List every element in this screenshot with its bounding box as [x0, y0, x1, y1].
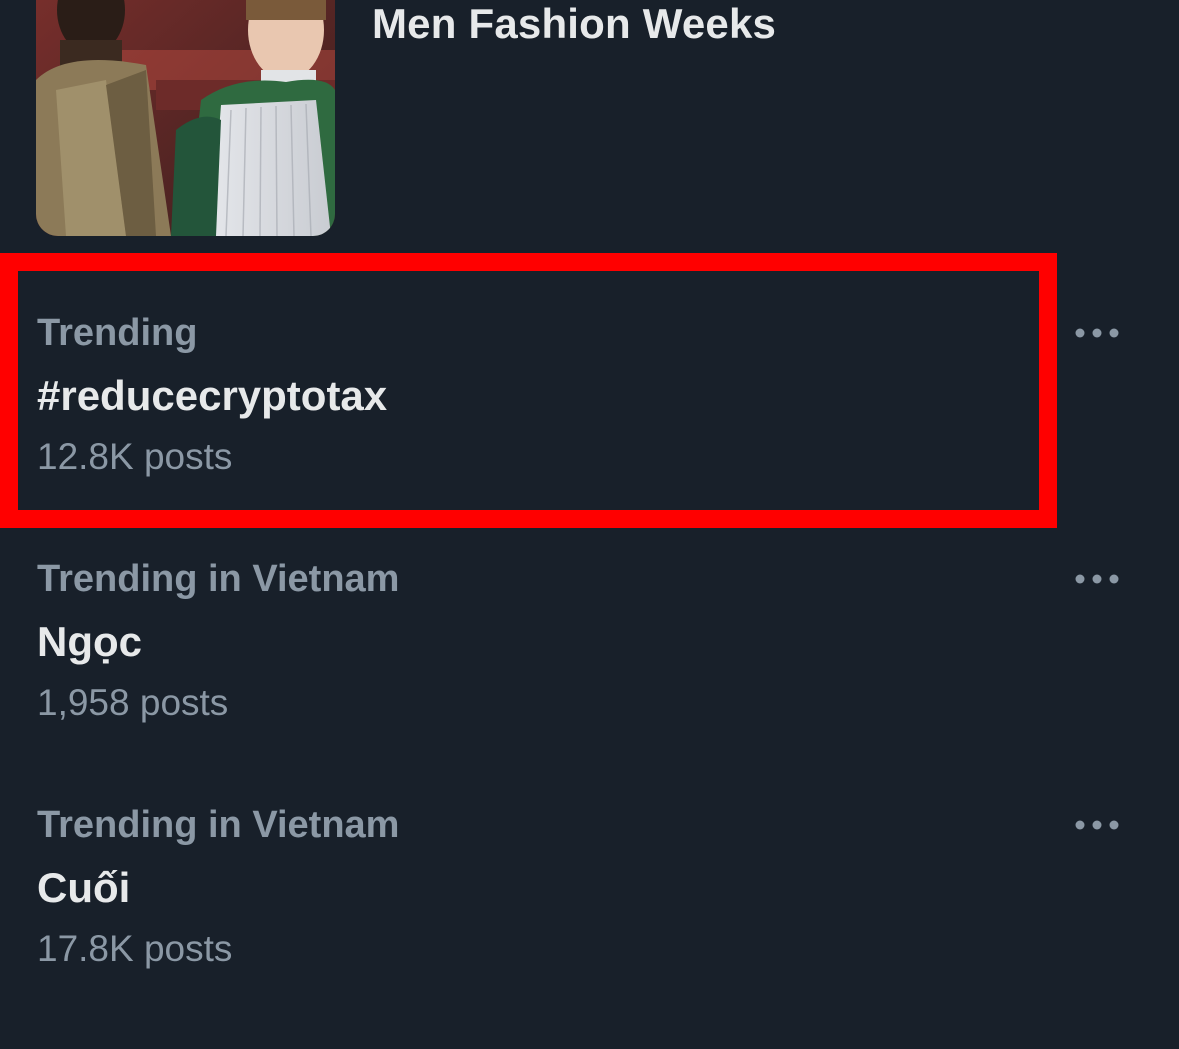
- trend-post-count: 17.8K posts: [37, 928, 233, 969]
- trend-item-cuoi[interactable]: Trending in Vietnam Cuối 17.8K posts: [0, 760, 1179, 990]
- more-horizontal-icon: [1075, 328, 1119, 338]
- event-title[interactable]: Men Fashion Weeks: [372, 0, 776, 48]
- trend-name[interactable]: Cuối: [37, 863, 130, 913]
- fashion-photo: [36, 0, 335, 236]
- trend-name[interactable]: #reducecryptotax: [37, 371, 387, 421]
- more-horizontal-icon: [1075, 820, 1119, 830]
- trend-context: Trending: [37, 312, 198, 354]
- trend-item-reducecryptotax[interactable]: Trending #reducecryptotax 12.8K posts: [0, 268, 1179, 498]
- trend-context: Trending in Vietnam: [37, 804, 400, 846]
- trend-post-count: 12.8K posts: [37, 436, 233, 477]
- event-thumbnail[interactable]: [36, 0, 335, 236]
- trend-post-count: 1,958 posts: [37, 682, 229, 723]
- event-card[interactable]: Men Fashion Weeks: [0, 0, 1179, 250]
- more-horizontal-icon: [1075, 574, 1119, 584]
- trend-name[interactable]: Ngọc: [37, 617, 142, 667]
- trend-item-ngoc[interactable]: Trending in Vietnam Ngọc 1,958 posts: [0, 514, 1179, 744]
- more-options-button[interactable]: [1071, 810, 1123, 840]
- more-options-button[interactable]: [1071, 318, 1123, 348]
- trend-context: Trending in Vietnam: [37, 558, 400, 600]
- more-options-button[interactable]: [1071, 564, 1123, 594]
